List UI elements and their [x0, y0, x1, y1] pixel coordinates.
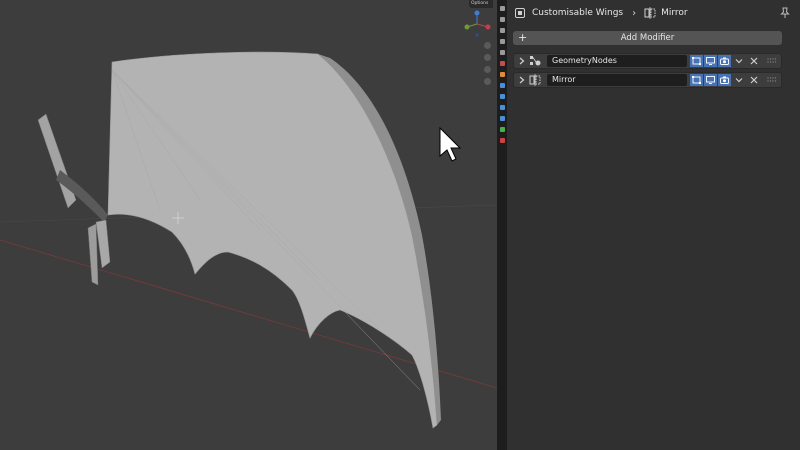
- scene-tab-icon[interactable]: [498, 48, 506, 56]
- close-icon[interactable]: [748, 55, 760, 67]
- modifier-tab-icon[interactable]: [498, 81, 506, 89]
- properties-tab-strip: [497, 0, 507, 450]
- mirror-modifier-icon: [529, 74, 541, 86]
- monitor-icon: [706, 57, 715, 65]
- viewport-display-toggle[interactable]: [704, 55, 717, 67]
- modifier-panel-geometrynodes[interactable]: GeometryNodes: [513, 53, 782, 69]
- breadcrumb-modifier[interactable]: Mirror: [661, 8, 688, 18]
- viewport-display-toggle[interactable]: [704, 74, 717, 86]
- monitor-icon: [706, 76, 715, 84]
- chevron-right-icon[interactable]: [517, 74, 527, 86]
- drag-handle-icon[interactable]: [767, 58, 777, 64]
- modifier-panel-mirror[interactable]: Mirror: [513, 72, 782, 88]
- world-tab-icon[interactable]: [498, 59, 506, 67]
- object-tab-icon[interactable]: [498, 70, 506, 78]
- edit-mode-icon: [692, 76, 701, 84]
- geometry-nodes-icon: [530, 56, 541, 66]
- chevron-down-icon[interactable]: [733, 74, 745, 86]
- view-layer-tab-icon[interactable]: [498, 37, 506, 45]
- physics-tab-icon[interactable]: [498, 103, 506, 111]
- properties-header: Customisable Wings › Mirror: [507, 0, 800, 26]
- modifier-name-field[interactable]: Mirror: [547, 74, 687, 86]
- object-icon: [515, 8, 525, 18]
- navigation-gizmo[interactable]: [462, 9, 492, 39]
- camera-icon[interactable]: [481, 64, 493, 75]
- tool-tab-icon[interactable]: [498, 4, 506, 12]
- zoom-icon[interactable]: [481, 40, 493, 51]
- wing-membrane: [107, 51, 438, 429]
- plus-icon: +: [518, 31, 528, 44]
- pin-icon[interactable]: [780, 7, 790, 19]
- render-toggle[interactable]: [718, 55, 731, 67]
- material-tab-icon[interactable]: [498, 136, 506, 144]
- pan-hand-icon[interactable]: [481, 52, 493, 63]
- chevron-right-icon: ›: [632, 7, 637, 19]
- data-tab-icon[interactable]: [498, 125, 506, 133]
- grid-icon[interactable]: [481, 76, 493, 87]
- edit-mode-toggle[interactable]: [690, 74, 703, 86]
- chevron-down-icon[interactable]: [733, 55, 745, 67]
- add-modifier-label: Add Modifier: [620, 33, 675, 43]
- edit-mode-icon: [692, 57, 701, 65]
- wing-mesh-scene[interactable]: [0, 0, 497, 450]
- drag-handle-icon[interactable]: [767, 77, 777, 83]
- output-tab-icon[interactable]: [498, 26, 506, 34]
- particles-tab-icon[interactable]: [498, 92, 506, 100]
- chevron-right-icon[interactable]: [517, 55, 527, 67]
- render-toggle[interactable]: [718, 74, 731, 86]
- viewport-options-button[interactable]: Options: [469, 0, 493, 8]
- modifier-name-field[interactable]: GeometryNodes: [547, 55, 687, 67]
- close-icon[interactable]: [748, 74, 760, 86]
- camera-icon: [720, 76, 729, 84]
- camera-icon: [720, 57, 729, 65]
- breadcrumb-object[interactable]: Customisable Wings: [532, 8, 623, 18]
- render-tab-icon[interactable]: [498, 15, 506, 23]
- viewport-nav-controls: [481, 40, 493, 88]
- edit-mode-toggle[interactable]: [690, 55, 703, 67]
- mouse-pointer: [439, 126, 462, 162]
- 3d-viewport[interactable]: Options: [0, 0, 497, 450]
- constraints-tab-icon[interactable]: [498, 114, 506, 122]
- properties-editor: Customisable Wings › Mirror + Add Modifi…: [507, 0, 800, 450]
- add-modifier-button[interactable]: + Add Modifier: [513, 31, 782, 45]
- mirror-modifier-icon: [644, 7, 656, 19]
